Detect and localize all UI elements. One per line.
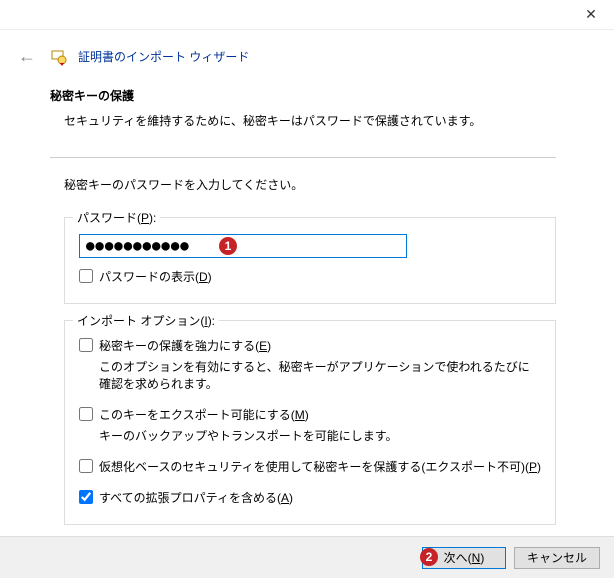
include-ext-props-checkbox[interactable] (79, 490, 93, 504)
strong-protection-desc: このオプションを有効にすると、秘密キーがアプリケーションで使われるたびに確認を求… (99, 358, 541, 392)
password-input[interactable] (79, 234, 407, 258)
close-button[interactable]: ✕ (568, 0, 614, 30)
vbs-protect-checkbox[interactable] (79, 459, 93, 473)
include-ext-props-label[interactable]: すべての拡張プロパティを含める(A) (99, 489, 293, 506)
import-options-label: インポート オプション(I): (73, 312, 219, 329)
show-password-label[interactable]: パスワードの表示(D) (99, 268, 212, 285)
content-area: 秘密キーの保護 セキュリティを維持するために、秘密キーはパスワードで保護されてい… (0, 87, 614, 525)
password-group-label: パスワード(P): (73, 209, 160, 226)
password-group: パスワード(P): 1 パスワードの表示(D) (64, 217, 556, 304)
divider (50, 157, 556, 158)
strong-protection-label[interactable]: 秘密キーの保護を強力にする(E) (99, 337, 271, 354)
wizard-title: 証明書のインポート ウィザード (78, 48, 249, 65)
strong-protection-checkbox[interactable] (79, 338, 93, 352)
section-heading: 秘密キーの保護 (50, 87, 556, 104)
annotation-badge-2: 2 (420, 548, 438, 566)
exportable-label[interactable]: このキーをエクスポート可能にする(M) (99, 406, 309, 423)
vbs-protect-label[interactable]: 仮想化ベースのセキュリティを使用して秘密キーを保護する(エクスポート不可)(P) (99, 458, 541, 475)
cancel-button[interactable]: キャンセル (514, 547, 600, 569)
import-options-group: インポート オプション(I): 秘密キーの保護を強力にする(E) このオプション… (64, 320, 556, 525)
wizard-header: ← 証明書のインポート ウィザード (0, 30, 614, 87)
section-desc: セキュリティを維持するために、秘密キーはパスワードで保護されています。 (64, 112, 556, 129)
show-password-checkbox[interactable] (79, 269, 93, 283)
instruction-text: 秘密キーのパスワードを入力してください。 (64, 176, 556, 193)
exportable-checkbox[interactable] (79, 407, 93, 421)
titlebar: ✕ (0, 0, 614, 30)
exportable-desc: キーのバックアップやトランスポートを可能にします。 (99, 427, 541, 444)
back-arrow-icon[interactable]: ← (14, 44, 40, 69)
certificate-icon (50, 48, 68, 66)
footer-bar: 次へ(N) キャンセル (0, 536, 614, 578)
annotation-badge-1: 1 (219, 237, 237, 255)
